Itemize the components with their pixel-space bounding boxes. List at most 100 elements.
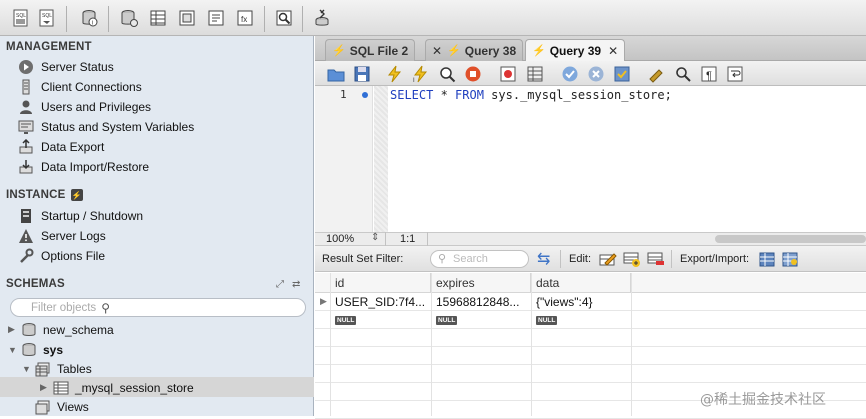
database-icon <box>21 322 37 338</box>
nav-label: Server Logs <box>41 229 106 243</box>
create-table-icon[interactable] <box>147 8 169 28</box>
column-divider <box>631 273 632 416</box>
sql-editor-line[interactable]: SELECT * FROM sys._mysql_session_store; <box>390 86 672 104</box>
toolbar-separator <box>108 6 109 32</box>
svg-text:¶: ¶ <box>706 70 712 82</box>
tree-item-new-schema[interactable]: ▶ new_schema <box>8 320 114 339</box>
beautify-icon[interactable] <box>647 64 667 83</box>
tree-label: new_schema <box>43 322 114 337</box>
line-number: 1 <box>340 88 347 101</box>
horizontal-scrollbar[interactable] <box>715 235 866 243</box>
svg-text:I: I <box>413 78 415 83</box>
result-toolbar: Result Set Filter: ⇆ Edit: Export/Import… <box>315 246 866 272</box>
create-procedure-icon[interactable] <box>205 8 227 28</box>
wrap-lines-icon[interactable] <box>725 64 745 83</box>
nav-label: Data Export <box>41 140 105 154</box>
tab-sql-file-2[interactable]: ⚡ SQL File 2 <box>325 39 416 61</box>
svg-text:i: i <box>92 21 93 27</box>
cell-expires[interactable]: 15968812848... <box>431 293 531 311</box>
tree-item-views[interactable]: Views <box>22 397 89 416</box>
column-header-id[interactable]: id <box>330 273 431 293</box>
find-icon[interactable] <box>673 64 693 83</box>
tree-label: sys <box>43 342 64 357</box>
search-icon: ⚲ <box>438 253 447 265</box>
null-badge: NULL <box>436 316 458 325</box>
commit-icon[interactable] <box>560 64 580 83</box>
tree-item-sys[interactable]: ▼ sys <box>8 340 63 359</box>
tree-item-tables[interactable]: ▼ Tables <box>22 359 92 378</box>
cell-data[interactable]: {"views":4} <box>531 293 631 311</box>
reconnect-icon[interactable] <box>311 8 333 28</box>
insert-row-icon[interactable] <box>623 250 641 271</box>
export-results-icon[interactable] <box>759 250 777 271</box>
nav-server-status[interactable]: Server Status <box>18 57 114 77</box>
zoom-level[interactable]: 100% <box>326 233 354 245</box>
toggle-error-icon[interactable] <box>498 64 518 83</box>
create-view-icon[interactable] <box>176 8 198 28</box>
nav-options-file[interactable]: Options File <box>18 246 105 266</box>
collapsed-arrow-icon[interactable]: ▶ <box>40 382 50 393</box>
execute-icon[interactable] <box>385 64 405 83</box>
save-icon[interactable] <box>352 64 372 83</box>
tab-query-39[interactable]: ⚡ Query 39 ✕ <box>525 39 626 61</box>
autocommit-icon[interactable] <box>525 64 545 83</box>
zoom-stepper-icon[interactable]: ⇕ <box>371 232 379 243</box>
tree-label: Views <box>57 399 89 414</box>
new-sql-tab-icon[interactable]: SQL <box>10 8 32 28</box>
nav-server-logs[interactable]: Server Logs <box>18 226 106 246</box>
toolbar-separator <box>66 6 67 32</box>
delete-row-icon[interactable] <box>647 250 665 271</box>
instance-header-label: INSTANCE <box>6 189 66 201</box>
tab-label: Query 39 <box>549 43 602 58</box>
toggle-autocommit-icon[interactable] <box>612 64 632 83</box>
close-icon[interactable]: ✕ <box>432 44 442 58</box>
expand-icon[interactable]: ⤢ <box>276 279 284 290</box>
tables-folder-icon <box>35 361 51 377</box>
open-sql-file-icon[interactable]: SQL <box>36 8 58 28</box>
sql-keyword: FROM <box>455 88 484 102</box>
nav-data-import[interactable]: Data Import/Restore <box>18 157 149 177</box>
execute-current-icon[interactable]: I <box>411 64 431 83</box>
nav-label: Server Status <box>41 60 114 74</box>
open-folder-icon[interactable] <box>326 64 346 83</box>
empty-row <box>315 365 866 383</box>
collapsed-arrow-icon[interactable]: ▶ <box>8 324 18 335</box>
row-pointer-icon: ▶ <box>320 296 327 306</box>
nav-label: Users and Privileges <box>41 100 152 114</box>
edit-row-icon[interactable] <box>599 250 617 271</box>
result-filter-label: Result Set Filter: <box>322 253 404 265</box>
nav-data-export[interactable]: Data Export <box>18 137 104 157</box>
tree-item-mysql-session-store[interactable]: ▶ _mysql_session_store <box>40 378 194 397</box>
nav-startup-shutdown[interactable]: Startup / Shutdown <box>18 206 143 226</box>
tab-query-38[interactable]: ✕ ⚡ Query 38 <box>425 39 524 61</box>
invisible-chars-icon[interactable]: ¶ <box>699 64 719 83</box>
refresh-icon[interactable]: ⇆ <box>537 249 550 269</box>
column-header-expires[interactable]: expires <box>431 273 531 293</box>
database-info-icon[interactable]: i <box>78 8 100 28</box>
expanded-arrow-icon[interactable]: ▼ <box>8 345 18 355</box>
close-icon[interactable]: ✕ <box>608 44 618 58</box>
import-records-icon[interactable] <box>782 250 800 271</box>
query-tabbar: ⚡ SQL File 2 ✕ ⚡ Query 38 ⚡ Query 39 ✕ <box>315 36 866 61</box>
nav-label: Client Connections <box>41 80 142 94</box>
toolbar-divider <box>560 250 561 268</box>
create-schema-icon[interactable] <box>118 8 140 28</box>
rollback-icon[interactable] <box>586 64 606 83</box>
stop-icon[interactable] <box>463 64 483 83</box>
search-table-data-icon[interactable] <box>273 8 295 28</box>
expanded-arrow-icon[interactable]: ▼ <box>22 364 32 374</box>
connections-icon <box>18 79 34 95</box>
nav-status-variables[interactable]: Status and System Variables <box>18 117 194 137</box>
result-search-input[interactable]: ⚲ Search <box>430 250 529 268</box>
null-placeholder-row[interactable] <box>315 311 866 329</box>
watermark: @稀土掘金技术社区 <box>700 392 826 408</box>
create-function-icon[interactable]: fx <box>234 8 256 28</box>
refresh-schemas-icon[interactable]: ⇄ <box>292 279 300 290</box>
explain-icon[interactable] <box>437 64 457 83</box>
nav-client-connections[interactable]: Client Connections <box>18 77 142 97</box>
cell-id[interactable]: USER_SID:7f4... <box>330 293 431 311</box>
column-header-data[interactable]: data <box>531 273 631 293</box>
filter-objects-input[interactable]: Filter objects ⚲ <box>10 298 306 317</box>
nav-users-privileges[interactable]: Users and Privileges <box>18 97 151 117</box>
search-icon: ⚲ <box>101 300 110 315</box>
